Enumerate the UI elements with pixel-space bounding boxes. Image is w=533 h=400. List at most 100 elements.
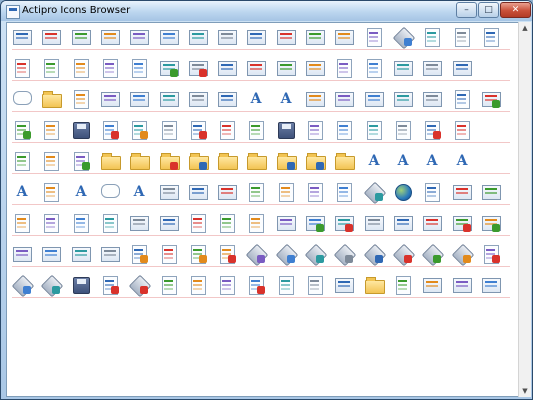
paste-icon[interactable]: [41, 213, 61, 233]
glasses-icon[interactable]: [393, 275, 413, 295]
insert-row-below-icon[interactable]: [422, 27, 442, 47]
table-9-icon[interactable]: [334, 27, 354, 47]
image-frame-icon[interactable]: [217, 182, 237, 202]
minimize-button[interactable]: –: [456, 2, 477, 18]
label-box-icon[interactable]: [188, 89, 208, 109]
document-lines-icon[interactable]: [71, 213, 91, 233]
folder-delete-icon[interactable]: [159, 151, 180, 171]
document-copy-icon[interactable]: [334, 120, 354, 140]
folder-icon[interactable]: [100, 151, 121, 171]
flash-icon[interactable]: [12, 151, 32, 171]
zoom-doc-icon[interactable]: [217, 275, 237, 295]
calculator-2-icon[interactable]: [159, 213, 179, 233]
window-plain-icon[interactable]: [393, 213, 413, 233]
folder-edit-icon[interactable]: [188, 151, 209, 171]
tool-flag-icon[interactable]: [11, 274, 35, 298]
folder-open-icon[interactable]: [129, 151, 150, 171]
document-fold-icon[interactable]: [246, 120, 266, 140]
folder-open-2-icon[interactable]: [246, 151, 267, 171]
font-letter-icon[interactable]: A: [452, 151, 472, 171]
blue-panel-icon[interactable]: [452, 58, 472, 78]
table-properties-icon[interactable]: [246, 58, 266, 78]
list-box-icon[interactable]: [159, 89, 179, 109]
window-add-icon[interactable]: [305, 213, 325, 233]
document-delete-icon[interactable]: [100, 120, 120, 140]
row-icon[interactable]: [481, 27, 501, 47]
scroll-up-button[interactable]: ▲: [519, 22, 531, 34]
paste-2-icon[interactable]: [217, 213, 237, 233]
table-text-icon[interactable]: [276, 58, 296, 78]
toolbox-icon[interactable]: [392, 26, 416, 50]
numbered-list-icon[interactable]: [481, 182, 501, 202]
edit-check-icon[interactable]: [188, 244, 208, 264]
list-icon[interactable]: [159, 182, 179, 202]
title-bar[interactable]: Actipro Icons Browser – □ ✕: [1, 1, 532, 21]
folder-3-icon[interactable]: [334, 151, 355, 171]
cabinet-icon[interactable]: [393, 120, 413, 140]
check-icon[interactable]: [71, 89, 91, 109]
link-icon[interactable]: [41, 182, 61, 202]
tool-key-icon[interactable]: [128, 274, 152, 298]
document-table-icon[interactable]: [129, 213, 149, 233]
close-doc-icon[interactable]: [246, 275, 266, 295]
font-shrink-icon[interactable]: A: [393, 151, 413, 171]
search-tool-icon[interactable]: [363, 181, 387, 205]
table-2-icon[interactable]: [129, 27, 149, 47]
colored-grid-icon[interactable]: [393, 58, 413, 78]
document-chart-icon[interactable]: [41, 58, 61, 78]
gray-scale-icon[interactable]: [364, 58, 384, 78]
red-strip-icon[interactable]: [100, 275, 120, 295]
tool-delete-icon[interactable]: [304, 243, 328, 267]
layers-icon[interactable]: [12, 58, 32, 78]
window-list-icon[interactable]: [452, 182, 472, 202]
table-7-icon[interactable]: [276, 27, 296, 47]
tool-check-icon[interactable]: [363, 243, 387, 267]
password-icon[interactable]: [334, 89, 354, 109]
binoculars-icon[interactable]: [305, 120, 325, 140]
cube-stack-icon[interactable]: [188, 275, 208, 295]
folder-check-icon[interactable]: [276, 151, 297, 171]
insert-row-above-icon[interactable]: [452, 27, 472, 47]
window-edit-icon[interactable]: [364, 213, 384, 233]
zoom-window-icon[interactable]: [481, 275, 501, 295]
binoculars-2-icon[interactable]: [159, 275, 179, 295]
table-8-icon[interactable]: [305, 27, 325, 47]
table-5-icon[interactable]: [217, 27, 237, 47]
gradient-icon[interactable]: [364, 27, 384, 47]
document-green-icon[interactable]: [100, 58, 120, 78]
scroll-down-button[interactable]: ▼: [519, 385, 531, 397]
new-document-icon[interactable]: [12, 120, 32, 140]
copy-icon[interactable]: [12, 213, 32, 233]
table-small-icon[interactable]: [188, 182, 208, 202]
table-heading-icon[interactable]: [305, 58, 325, 78]
font-a-icon[interactable]: A: [12, 182, 32, 202]
sticky-note-icon[interactable]: [364, 120, 384, 140]
tool-cut-icon[interactable]: [451, 243, 475, 267]
calculator-icon[interactable]: [393, 89, 413, 109]
code-icon[interactable]: [334, 182, 354, 202]
document-plain-icon[interactable]: [41, 120, 61, 140]
save-icon[interactable]: [276, 120, 296, 140]
tool-edit-icon[interactable]: [333, 243, 357, 267]
document-disk-icon[interactable]: [71, 120, 91, 140]
crop-icon[interactable]: [276, 182, 296, 202]
align-text-icon[interactable]: A: [71, 182, 91, 202]
document-lines-2-icon[interactable]: [100, 213, 120, 233]
checkbox-icon[interactable]: [129, 89, 149, 109]
tree-icon[interactable]: [41, 151, 61, 171]
photo-document-icon[interactable]: [452, 120, 472, 140]
maximize-button[interactable]: □: [478, 2, 499, 18]
document-red-icon[interactable]: [188, 120, 208, 140]
window-remove-icon[interactable]: [452, 213, 472, 233]
window-delete-icon[interactable]: [334, 213, 354, 233]
network-icon[interactable]: [246, 213, 266, 233]
props-window-icon[interactable]: [334, 275, 354, 295]
window-add-2-icon[interactable]: [481, 213, 501, 233]
document-text-icon[interactable]: [217, 120, 237, 140]
undo-folder-icon[interactable]: [41, 89, 62, 109]
zoom-glass-icon[interactable]: [188, 213, 208, 233]
table-1-icon[interactable]: [100, 27, 120, 47]
folder-plain-icon[interactable]: [217, 151, 238, 171]
color-stripes-icon[interactable]: [334, 58, 354, 78]
font-grow-icon[interactable]: A: [364, 151, 384, 171]
